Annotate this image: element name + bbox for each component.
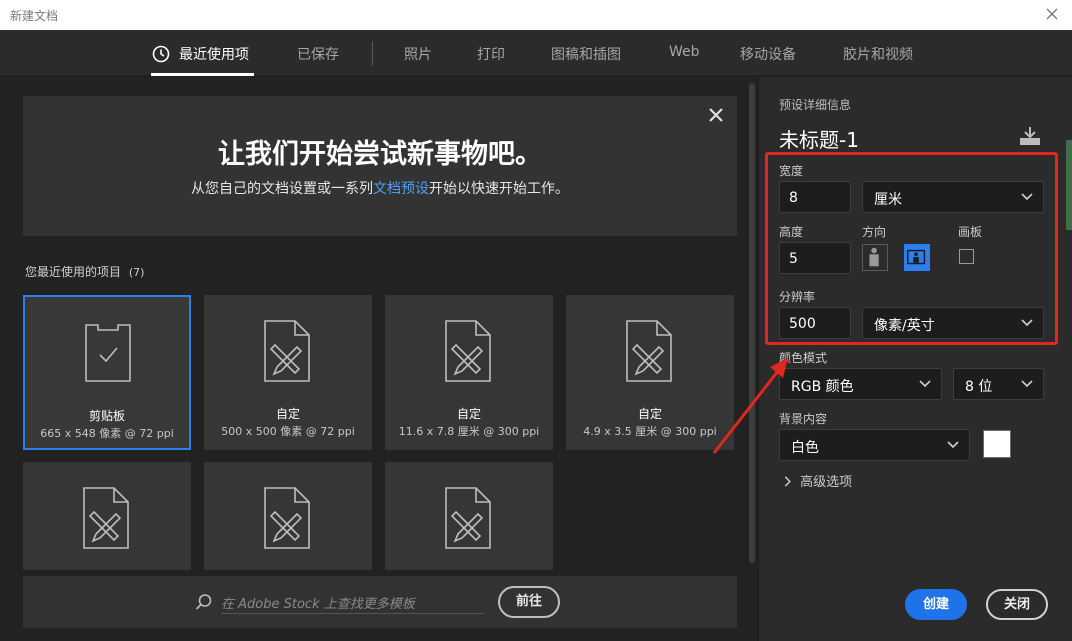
color-mode-select[interactable]: RGB 颜色 xyxy=(779,368,942,400)
close-button[interactable]: 关闭 xyxy=(986,589,1048,620)
chevron-right-icon xyxy=(784,476,791,487)
tab-photo[interactable]: 照片 xyxy=(404,44,432,64)
color-mode-value: RGB 颜色 xyxy=(791,379,854,395)
clock-icon xyxy=(152,45,170,63)
banner-sub-after: 开始以快速开始工作。 xyxy=(429,181,569,197)
banner-sub-before: 从您自己的文档设置或一系列 xyxy=(191,181,373,197)
create-button[interactable]: 创建 xyxy=(905,589,967,620)
search-icon xyxy=(195,594,212,610)
recent-item-info: 11.6 x 7.8 厘米 @ 300 ppi xyxy=(398,425,540,438)
tab-art-illustration[interactable]: 图稿和插图 xyxy=(551,44,621,64)
highlight-annotation-box xyxy=(765,152,1058,345)
category-nav: 最近使用项 已保存 照片 打印 图稿和插图 Web 移动设备 胶片和视频 xyxy=(0,30,1072,76)
window-close-icon[interactable] xyxy=(1042,4,1062,24)
chevron-down-icon xyxy=(919,380,931,388)
nav-divider xyxy=(372,42,373,66)
annotation-arrow xyxy=(712,358,788,454)
recent-item-clipboard[interactable]: 剪贴板 665 x 548 像素 @ 72 ppi xyxy=(23,295,191,450)
chevron-down-icon xyxy=(947,441,959,449)
advanced-options-label: 高级选项 xyxy=(800,475,853,490)
advanced-options-toggle[interactable]: 高级选项 xyxy=(784,471,852,490)
banner-headline: 让我们开始尝试新事物吧。 xyxy=(218,139,542,170)
recent-items-label: 您最近使用的项目 xyxy=(25,265,122,279)
document-tools-icon xyxy=(445,320,491,382)
document-tools-icon xyxy=(626,320,672,382)
recent-item-custom[interactable] xyxy=(385,462,553,570)
recent-item-name: 自定 xyxy=(456,407,481,421)
tab-film-video[interactable]: 胶片和视频 xyxy=(843,44,913,64)
recent-item-custom[interactable] xyxy=(23,462,191,570)
active-tab-indicator xyxy=(151,73,254,76)
recent-item-custom[interactable]: 自定 11.6 x 7.8 厘米 @ 300 ppi xyxy=(385,295,553,450)
recent-items-heading: 您最近使用的项目 (7) xyxy=(25,263,144,280)
bit-depth-value: 8 位 xyxy=(965,379,993,395)
tab-mobile[interactable]: 移动设备 xyxy=(740,44,796,64)
recent-item-info: 665 x 548 像素 @ 72 ppi xyxy=(40,427,174,440)
tab-recent[interactable]: 最近使用项 xyxy=(179,44,249,64)
background-window-edge xyxy=(1066,140,1072,230)
document-tools-icon xyxy=(83,487,129,549)
recent-item-name: 自定 xyxy=(275,407,300,421)
recent-item-custom[interactable] xyxy=(204,462,372,570)
stock-search-input[interactable]: 在 Adobe Stock 上查找更多模板 xyxy=(221,590,485,614)
tab-print[interactable]: 打印 xyxy=(477,44,505,64)
bit-depth-select[interactable]: 8 位 xyxy=(953,368,1044,400)
tab-saved[interactable]: 已保存 xyxy=(297,44,339,64)
welcome-banner: 让我们开始尝试新事物吧。 从您自己的文档设置或一系列文档预设开始以快速开始工作。 xyxy=(23,96,737,236)
document-tools-icon xyxy=(445,487,491,549)
go-button[interactable]: 前往 xyxy=(498,586,560,618)
tab-web[interactable]: Web xyxy=(669,44,700,60)
preset-details-title: 预设详细信息 xyxy=(779,98,852,112)
stock-search-bar: 在 Adobe Stock 上查找更多模板 前往 xyxy=(23,576,737,628)
save-preset-icon[interactable] xyxy=(1018,126,1042,146)
clipboard-icon xyxy=(85,324,131,382)
banner-subtitle: 从您自己的文档设置或一系列文档预设开始以快速开始工作。 xyxy=(23,178,737,198)
chevron-down-icon xyxy=(1021,380,1033,388)
background-select[interactable]: 白色 xyxy=(779,429,970,461)
banner-close-icon[interactable] xyxy=(707,106,725,124)
recent-item-info: 500 x 500 像素 @ 72 ppi xyxy=(221,425,355,438)
recent-item-name: 剪贴板 xyxy=(88,409,125,423)
background-color-swatch[interactable] xyxy=(983,430,1011,458)
document-name[interactable]: 未标题-1 xyxy=(779,124,859,153)
recent-items-count: (7) xyxy=(128,266,145,279)
window-titlebar: 新建文档 xyxy=(0,0,1072,30)
recent-item-custom[interactable]: 自定 500 x 500 像素 @ 72 ppi xyxy=(204,295,372,450)
document-tools-icon xyxy=(264,320,310,382)
document-presets-link[interactable]: 文档预设 xyxy=(373,181,429,197)
document-tools-icon xyxy=(264,487,310,549)
window-title: 新建文档 xyxy=(10,9,59,23)
recent-scrollbar[interactable] xyxy=(749,83,755,563)
